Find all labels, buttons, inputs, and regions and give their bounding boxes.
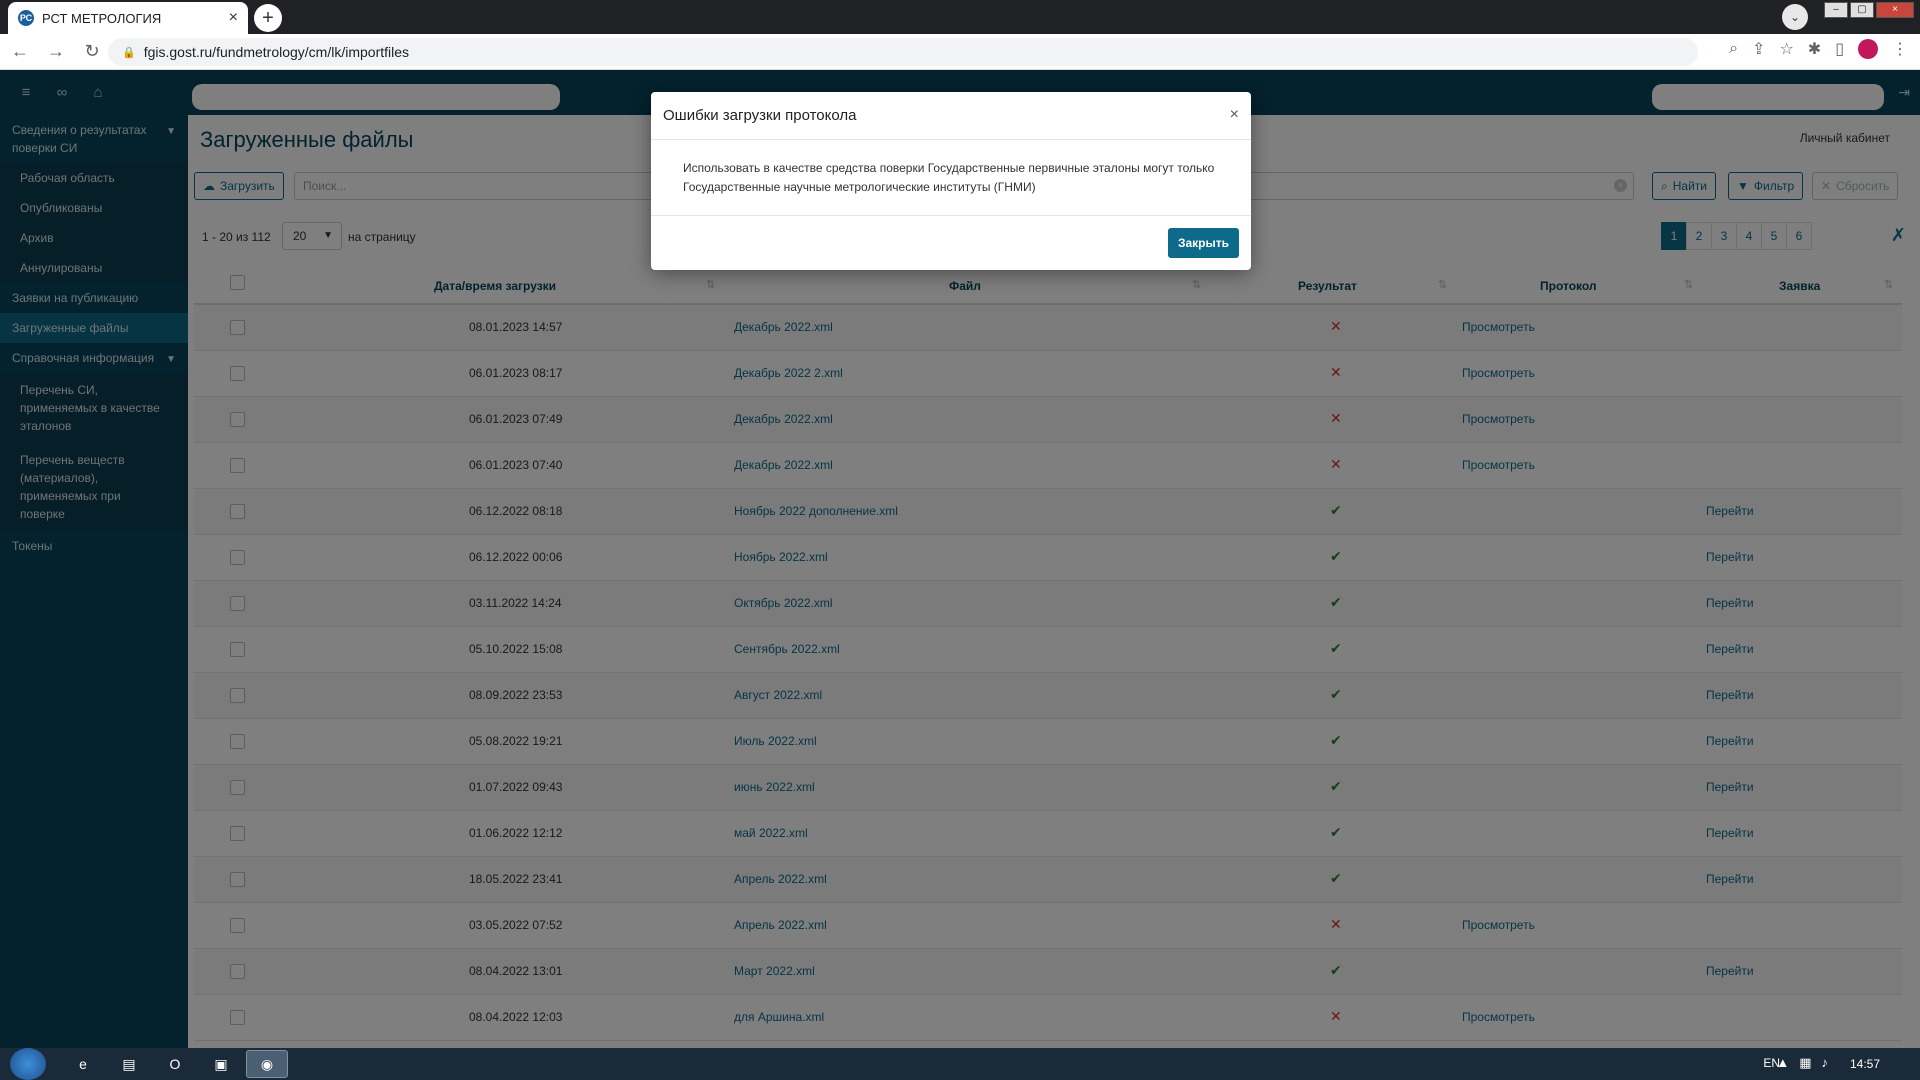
outlook-icon[interactable]: O (154, 1050, 196, 1078)
lock-icon: 🔒 (122, 46, 136, 59)
system-tray: ▲ ▦ ♪ (1776, 1055, 1828, 1071)
clock[interactable]: 14:57 (1850, 1057, 1880, 1071)
modal-close-button[interactable]: Закрыть (1167, 228, 1239, 258)
browser-tabstrip: РС РСТ МЕТРОЛОГИЯ × + ⌄ – ▢ × (0, 0, 1920, 34)
tab-search-icon[interactable]: ⌄ (1782, 4, 1808, 30)
side-panel-icon[interactable]: ▯ (1835, 39, 1844, 59)
browser-actions: ⌕ ⇪ ☆ ✱ ▯ ⋮ (1729, 39, 1908, 59)
chrome-icon[interactable]: ◉ (246, 1050, 288, 1078)
modal-title: Ошибки загрузки протокола (663, 107, 857, 124)
browser-toolbar: ← → ↻ 🔒 fgis.gost.ru/fundmetrology/cm/lk… (0, 34, 1920, 70)
modal-footer: Закрыть (651, 216, 1251, 268)
close-window-icon[interactable]: × (1876, 2, 1914, 18)
network-icon[interactable]: ▦ (1799, 1055, 1811, 1071)
volume-icon[interactable]: ♪ (1822, 1055, 1829, 1071)
site-favicon-icon: РС (18, 10, 34, 26)
zoom-icon[interactable]: ⌕ (1729, 40, 1738, 58)
reload-icon[interactable]: ↻ (76, 36, 108, 68)
new-tab-button[interactable]: + (254, 4, 282, 32)
window-controls: – ▢ × (1824, 2, 1914, 18)
modal-header: Ошибки загрузки протокола × (651, 92, 1251, 140)
share-icon[interactable]: ⇪ (1752, 39, 1765, 59)
menu-icon[interactable]: ⋮ (1892, 39, 1908, 59)
profile-avatar[interactable] (1858, 39, 1878, 59)
close-icon[interactable]: × (1230, 106, 1239, 124)
back-icon[interactable]: ← (4, 36, 36, 68)
minimize-icon[interactable]: – (1824, 2, 1848, 18)
windows-taskbar: e ▤ O ▣ ◉ EN ▲ ▦ ♪ 14:57 (0, 1048, 1920, 1080)
close-tab-icon[interactable]: × (229, 9, 238, 27)
app-icon[interactable]: ▣ (200, 1050, 242, 1078)
browser-tab[interactable]: РС РСТ МЕТРОЛОГИЯ × (8, 2, 248, 34)
tray-arrow-icon[interactable]: ▲ (1776, 1055, 1789, 1071)
ie-icon[interactable]: e (62, 1050, 104, 1078)
explorer-icon[interactable]: ▤ (108, 1050, 150, 1078)
modal-message: Использовать в качестве средства поверки… (651, 140, 1251, 216)
forward-icon[interactable]: → (40, 36, 72, 68)
star-icon[interactable]: ☆ (1779, 39, 1793, 59)
tab-title: РСТ МЕТРОЛОГИЯ (42, 10, 162, 26)
address-bar[interactable]: 🔒 fgis.gost.ru/fundmetrology/cm/lk/impor… (108, 38, 1698, 66)
error-modal: Ошибки загрузки протокола × Использовать… (651, 92, 1251, 270)
url-text: fgis.gost.ru/fundmetrology/cm/lk/importf… (143, 44, 410, 60)
maximize-icon[interactable]: ▢ (1850, 2, 1874, 18)
start-button[interactable] (10, 1048, 46, 1080)
extensions-icon[interactable]: ✱ (1808, 39, 1821, 59)
